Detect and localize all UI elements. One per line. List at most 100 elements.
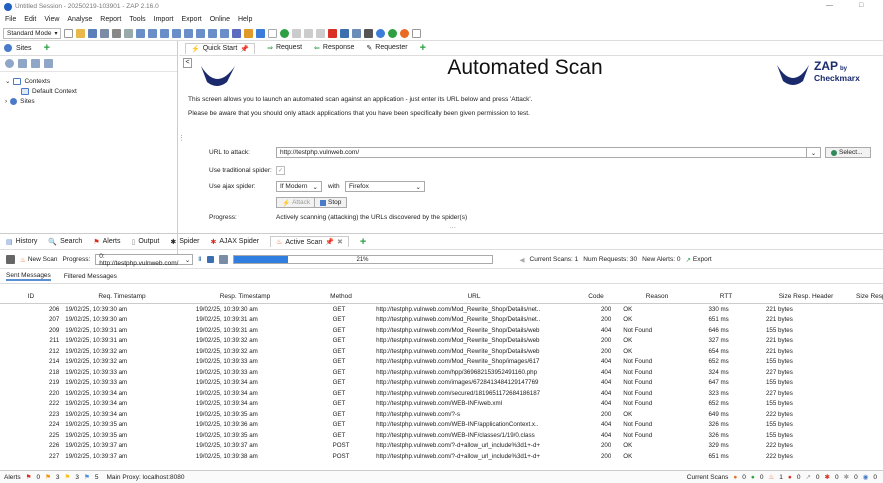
table-row[interactable]: 223 19/02/25, 10:39:34 am 19/02/25, 10:39:… xyxy=(0,409,883,420)
back-button[interactable]: < xyxy=(183,58,192,68)
step-icon[interactable] xyxy=(292,28,302,38)
menu-tools[interactable]: Tools xyxy=(129,16,145,23)
minimize-button[interactable]: — xyxy=(826,2,833,9)
table-row[interactable]: 222 19/02/25, 10:39:34 am 19/02/25, 10:39:… xyxy=(0,399,883,410)
column-header[interactable]: Reason xyxy=(618,293,696,300)
menu-report[interactable]: Report xyxy=(100,16,121,23)
hud-icon[interactable] xyxy=(376,28,386,38)
export-button[interactable]: ↗ Export xyxy=(685,256,711,264)
firefox-icon[interactable] xyxy=(400,28,410,38)
tab-spider[interactable]: ✱ Spider xyxy=(170,238,199,246)
layout-icon[interactable] xyxy=(160,28,170,38)
splitter-handle[interactable]: ⋮ xyxy=(178,134,185,142)
scan-details-icon[interactable] xyxy=(218,255,228,264)
tab-filtered-messages[interactable]: Filtered Messages xyxy=(64,273,117,280)
save-session-icon[interactable] xyxy=(88,28,98,38)
tab-history[interactable]: ▤ History xyxy=(6,238,37,246)
session-properties-icon[interactable] xyxy=(112,28,122,38)
tree-item-contexts[interactable]: ⌄ Contexts xyxy=(5,76,177,86)
layout-icon[interactable] xyxy=(31,59,40,68)
layout-icon[interactable] xyxy=(220,28,230,38)
column-header[interactable]: URL xyxy=(374,293,574,300)
open-session-icon[interactable] xyxy=(76,28,86,38)
options-icon[interactable] xyxy=(124,28,134,38)
layout-icon[interactable] xyxy=(136,28,146,38)
url-dropdown[interactable]: ⌄ xyxy=(806,147,821,158)
tab-ajax-spider[interactable]: ✱ AJAX Spider xyxy=(210,238,259,246)
add-icon[interactable]: + xyxy=(44,42,50,54)
pause-icon[interactable]: ‖ xyxy=(198,256,201,263)
column-header[interactable]: RTT xyxy=(696,293,756,300)
add-tab-icon[interactable]: + xyxy=(360,236,366,248)
traditional-spider-checkbox[interactable]: ✓ xyxy=(276,166,285,175)
url-input[interactable]: http://testphp.vulnweb.com/ xyxy=(276,147,821,158)
table-row[interactable]: 225 19/02/25, 10:39:35 am 19/02/25, 10:39:… xyxy=(0,430,883,441)
manage-addons-icon[interactable] xyxy=(340,28,350,38)
ajax-mode-select[interactable]: If Modern ⌄ xyxy=(276,181,322,192)
shield-icon[interactable] xyxy=(256,28,266,38)
layout-icon[interactable] xyxy=(18,59,27,68)
tab-active-scan[interactable]: ♨ Active Scan 📌 ✖ xyxy=(270,236,349,247)
column-header[interactable]: ID xyxy=(0,293,62,300)
stop-icon[interactable] xyxy=(206,256,214,263)
browser-icon[interactable] xyxy=(388,28,398,38)
layout-icon[interactable] xyxy=(148,28,158,38)
table-row[interactable]: 227 19/02/25, 10:39:37 am 19/02/25, 10:39:… xyxy=(0,451,883,462)
table-row[interactable]: 209 19/02/25, 10:39:31 am 19/02/25, 10:39:… xyxy=(0,325,883,336)
layout-icon[interactable] xyxy=(172,28,182,38)
tree-item-default-context[interactable]: Default Context xyxy=(5,86,177,96)
table-row[interactable]: 214 19/02/25, 10:39:32 am 19/02/25, 10:39:… xyxy=(0,357,883,368)
stop-button[interactable]: Stop xyxy=(314,197,348,208)
menu-export[interactable]: Export xyxy=(182,16,202,23)
layout-icon[interactable] xyxy=(196,28,206,38)
column-header[interactable]: Code xyxy=(574,293,618,300)
column-header[interactable]: Size Resp. Header xyxy=(756,293,856,300)
snapshot-session-icon[interactable] xyxy=(100,28,110,38)
marketplace-icon[interactable] xyxy=(352,28,362,38)
layout-icon[interactable] xyxy=(44,59,53,68)
scan-cancel-icon[interactable] xyxy=(328,28,338,38)
tab-output[interactable]: ▯ Output xyxy=(132,238,160,246)
layout-icon[interactable] xyxy=(184,28,194,38)
menu-online[interactable]: Online xyxy=(210,16,230,23)
lock-icon[interactable] xyxy=(244,28,254,38)
close-icon[interactable]: ✖ xyxy=(337,238,343,246)
attack-button[interactable]: ⚡ Attack xyxy=(276,197,317,208)
table-row[interactable]: 220 19/02/25, 10:39:34 am 19/02/25, 10:39:… xyxy=(0,388,883,399)
menu-file[interactable]: File xyxy=(5,16,16,23)
table-row[interactable]: 226 19/02/25, 10:39:37 am 19/02/25, 10:39:… xyxy=(0,441,883,452)
menu-analyse[interactable]: Analyse xyxy=(67,16,92,23)
menu-help[interactable]: Help xyxy=(238,16,252,23)
scope-icon[interactable] xyxy=(232,28,242,38)
new-scan-button[interactable]: ♨ New Scan xyxy=(20,256,57,264)
blank-icon[interactable] xyxy=(412,28,422,38)
column-header[interactable]: Method xyxy=(308,293,374,300)
break-icon[interactable] xyxy=(280,28,290,38)
restore-button[interactable]: □ xyxy=(859,2,863,9)
scan-target-select[interactable]: 0: http://testphp.vulnweb.com/ ⌄ xyxy=(95,253,194,267)
terminal-icon[interactable] xyxy=(364,28,374,38)
menu-edit[interactable]: Edit xyxy=(24,16,36,23)
tab-alerts[interactable]: ⚑ Alerts xyxy=(93,238,120,246)
menu-view[interactable]: View xyxy=(44,16,59,23)
tree-item-sites[interactable]: › Sites xyxy=(5,96,177,106)
tab-sent-messages[interactable]: Sent Messages xyxy=(6,272,51,281)
show-in-scope-icon[interactable] xyxy=(5,59,14,68)
table-row[interactable]: 211 19/02/25, 10:39:31 am 19/02/25, 10:39:… xyxy=(0,336,883,347)
table-row[interactable]: 212 19/02/25, 10:39:32 am 19/02/25, 10:39:… xyxy=(0,346,883,357)
layout-icon[interactable] xyxy=(208,28,218,38)
column-header[interactable]: Resp. Timestamp xyxy=(182,293,308,300)
table-row[interactable]: 206 19/02/25, 10:39:30 am 19/02/25, 10:39:… xyxy=(0,304,883,315)
tab-response[interactable]: ⇐ Response xyxy=(314,44,354,52)
tab-search[interactable]: 🔍 Search xyxy=(48,238,82,246)
select-button[interactable]: Select... xyxy=(825,147,871,158)
menu-import[interactable]: Import xyxy=(154,16,174,23)
new-session-icon[interactable] xyxy=(64,28,74,38)
tab-requester[interactable]: ✎ Requester xyxy=(366,44,407,52)
drop-icon[interactable] xyxy=(316,28,326,38)
tab-request[interactable]: ⇒ Request xyxy=(267,44,302,52)
mode-select[interactable]: Standard Mode ▾ xyxy=(3,27,62,39)
table-row[interactable]: 207 19/02/25, 10:39:30 am 19/02/25, 10:39:… xyxy=(0,315,883,326)
table-row[interactable]: 224 19/02/25, 10:39:35 am 19/02/25, 10:39:… xyxy=(0,420,883,431)
add-tab-icon[interactable]: + xyxy=(420,42,426,54)
